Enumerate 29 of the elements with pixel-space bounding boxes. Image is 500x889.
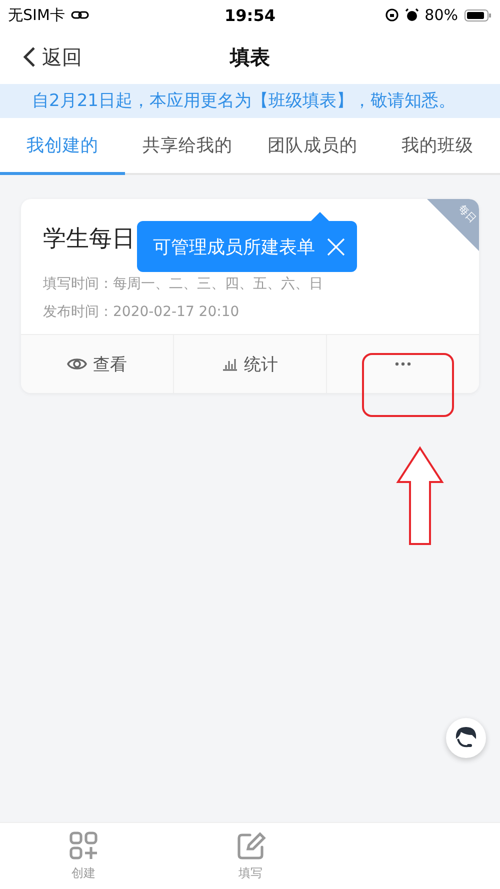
fill-time: 填写时间：每周一、二、三、四、五、六、日	[43, 275, 324, 294]
battery-percent: 80%	[424, 6, 458, 24]
close-button[interactable]	[327, 238, 345, 256]
page-title: 填表	[230, 44, 270, 68]
chevron-left-icon	[22, 46, 36, 68]
grid-plus-icon	[68, 830, 98, 860]
notice-banner: 自2月21日起，本应用更名为【班级填表】，敬请知悉。	[0, 84, 500, 118]
tab[interactable]: 我的班级	[375, 118, 500, 175]
publish-time: 发布时间：2020-02-17 20:10	[43, 303, 240, 322]
stats-button[interactable]: 统计	[173, 335, 326, 393]
battery-icon	[464, 8, 492, 22]
edit-icon	[236, 830, 266, 860]
tooltip-text: 可管理成员所建表单	[153, 236, 315, 258]
corner-ribbon	[427, 199, 479, 251]
link-icon	[70, 10, 89, 20]
status-time: 19:54	[224, 6, 276, 24]
rotation-lock-icon	[384, 8, 399, 22]
alarm-icon	[404, 8, 419, 22]
eye-icon	[67, 357, 87, 371]
back-button[interactable]: 返回	[22, 44, 82, 70]
view-button[interactable]: 查看	[21, 335, 173, 393]
tab[interactable]: 团队成员的	[250, 118, 375, 175]
carrier-text: 无SIM卡	[8, 6, 65, 24]
support-agent-icon[interactable]	[446, 718, 486, 758]
more-icon	[395, 362, 411, 366]
tab[interactable]: 共享给我的	[125, 118, 250, 175]
ribbon-label: 每日	[454, 202, 479, 226]
card-title: 学生每日	[43, 225, 135, 254]
bar-chart-icon	[222, 357, 238, 371]
